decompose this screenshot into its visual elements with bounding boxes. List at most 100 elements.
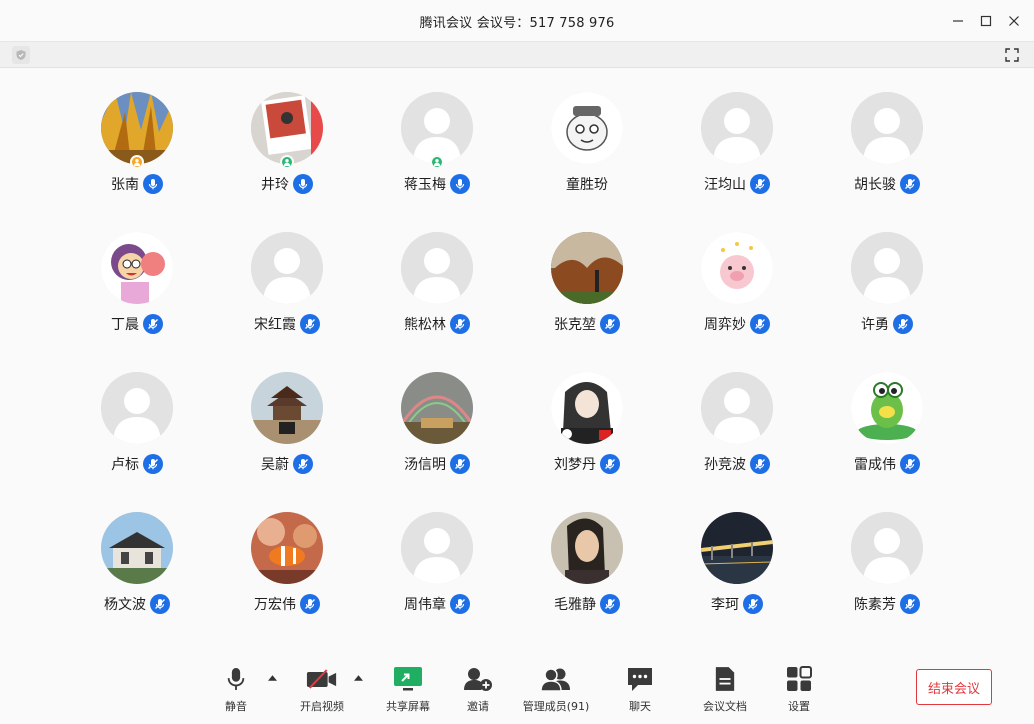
microphone-muted-icon: [455, 319, 465, 330]
participant-name-row: 胡长骏: [812, 173, 962, 195]
avatar: [101, 372, 173, 444]
mic-muted-badge[interactable]: [750, 454, 770, 474]
participant-tile[interactable]: 杨文波: [62, 512, 212, 652]
participant-tile[interactable]: 李珂: [662, 512, 812, 652]
mic-muted-badge[interactable]: [143, 314, 163, 334]
participant-tile[interactable]: 刘梦丹: [512, 372, 662, 512]
mic-muted-badge[interactable]: [300, 594, 320, 614]
mic-muted-badge[interactable]: [600, 314, 620, 334]
meeting-docs-button[interactable]: 会议文档: [701, 664, 749, 720]
mic-on-badge[interactable]: [293, 174, 313, 194]
mic-muted-badge[interactable]: [900, 594, 920, 614]
mic-muted-badge[interactable]: [300, 314, 320, 334]
mic-muted-badge[interactable]: [450, 594, 470, 614]
participant-tile[interactable]: 卢标: [62, 372, 212, 512]
participant-tile[interactable]: 汪均山: [662, 92, 812, 232]
participant-name: 雷成伟: [854, 457, 896, 473]
mic-muted-badge[interactable]: [450, 314, 470, 334]
caret-up-icon: [353, 675, 363, 681]
mic-muted-badge[interactable]: [750, 174, 770, 194]
document-icon: [715, 667, 735, 691]
microphone-muted-icon: [755, 459, 765, 470]
participant-name-row: 雷成伟: [812, 453, 962, 475]
settings-button[interactable]: 设置: [785, 664, 813, 720]
participant-name-row: 李珂: [662, 593, 812, 615]
participant-name: 周弈妙: [704, 317, 746, 333]
participant-tile[interactable]: 熊松林: [362, 232, 512, 372]
participant-tile[interactable]: 宋红霞: [212, 232, 362, 372]
participant-name-row: 杨文波: [62, 593, 212, 615]
invite-button[interactable]: 邀请: [460, 664, 496, 720]
participant-name-row: 汤信明: [362, 453, 512, 475]
participant-tile[interactable]: 蒋玉梅: [362, 92, 512, 232]
mic-muted-badge[interactable]: [600, 454, 620, 474]
participant-tile[interactable]: 童胜玢: [512, 92, 662, 232]
participant-tile[interactable]: 井玲: [212, 92, 362, 232]
minimize-button[interactable]: [948, 11, 968, 31]
settings-grid-icon: [787, 666, 812, 691]
participant-tile[interactable]: 周伟章: [362, 512, 512, 652]
participant-name: 蒋玉梅: [404, 177, 446, 193]
avatar: [101, 92, 173, 164]
start-video-label: 开启视频: [300, 700, 344, 713]
participant-name-row: 童胜玢: [512, 173, 662, 195]
participant-tile[interactable]: 孙竞波: [662, 372, 812, 512]
participant-name-row: 汪均山: [662, 173, 812, 195]
start-video-button[interactable]: 开启视频: [297, 664, 347, 720]
participant-tile[interactable]: 雷成伟: [812, 372, 962, 512]
maximize-button[interactable]: [976, 11, 996, 31]
mic-muted-badge[interactable]: [900, 174, 920, 194]
mic-muted-badge[interactable]: [150, 594, 170, 614]
video-off-icon: [306, 668, 337, 689]
end-meeting-button[interactable]: 结束会议: [916, 669, 992, 705]
avatar: [851, 372, 923, 444]
avatar: [401, 92, 473, 164]
participant-name: 宋红霞: [254, 317, 296, 333]
manage-members-button[interactable]: 管理成员(91): [521, 664, 591, 720]
microphone-icon: [227, 668, 245, 690]
mute-button[interactable]: 静音: [220, 664, 252, 720]
participant-name-row: 万宏伟: [212, 593, 362, 615]
participant-tile[interactable]: 丁晨: [62, 232, 212, 372]
security-shield-icon[interactable]: [12, 46, 30, 64]
participant-tile[interactable]: 万宏伟: [212, 512, 362, 652]
participant-name: 张南: [111, 177, 139, 193]
participant-tile[interactable]: 汤信明: [362, 372, 512, 512]
close-button[interactable]: [1004, 11, 1024, 31]
microphone-muted-icon: [898, 319, 908, 330]
mic-muted-badge[interactable]: [743, 594, 763, 614]
mic-muted-badge[interactable]: [900, 454, 920, 474]
mute-label: 静音: [225, 700, 247, 713]
participant-tile[interactable]: 胡长骏: [812, 92, 962, 232]
video-options-caret[interactable]: [352, 673, 364, 683]
participant-tile[interactable]: 张南: [62, 92, 212, 232]
participant-name: 熊松林: [404, 317, 446, 333]
mic-muted-badge[interactable]: [750, 314, 770, 334]
chat-button[interactable]: 聊天: [626, 664, 654, 720]
mic-muted-badge[interactable]: [600, 594, 620, 614]
mic-on-badge[interactable]: [450, 174, 470, 194]
settings-label: 设置: [788, 700, 810, 713]
participant-name: 孙竞波: [704, 457, 746, 473]
microphone-icon: [148, 179, 158, 190]
share-screen-button[interactable]: 共享屏幕: [384, 664, 432, 720]
caret-up-icon: [267, 675, 277, 681]
mic-on-badge[interactable]: [143, 174, 163, 194]
mic-muted-badge[interactable]: [293, 454, 313, 474]
participant-tile[interactable]: 陈素芳: [812, 512, 962, 652]
participant-tile[interactable]: 张克堃: [512, 232, 662, 372]
fullscreen-button[interactable]: [1002, 45, 1022, 65]
audio-options-caret[interactable]: [266, 673, 278, 683]
meeting-docs-label: 会议文档: [703, 700, 747, 713]
participant-tile[interactable]: 许勇: [812, 232, 962, 372]
mic-muted-badge[interactable]: [893, 314, 913, 334]
mic-muted-badge[interactable]: [143, 454, 163, 474]
participant-tile[interactable]: 吴蔚: [212, 372, 362, 512]
participant-name-row: 刘梦丹: [512, 453, 662, 475]
participant-tile[interactable]: 毛雅静: [512, 512, 662, 652]
participant-tile[interactable]: 周弈妙: [662, 232, 812, 372]
avatar: [401, 372, 473, 444]
info-bar: [0, 42, 1034, 68]
mic-muted-badge[interactable]: [450, 454, 470, 474]
participant-name: 井玲: [261, 177, 289, 193]
